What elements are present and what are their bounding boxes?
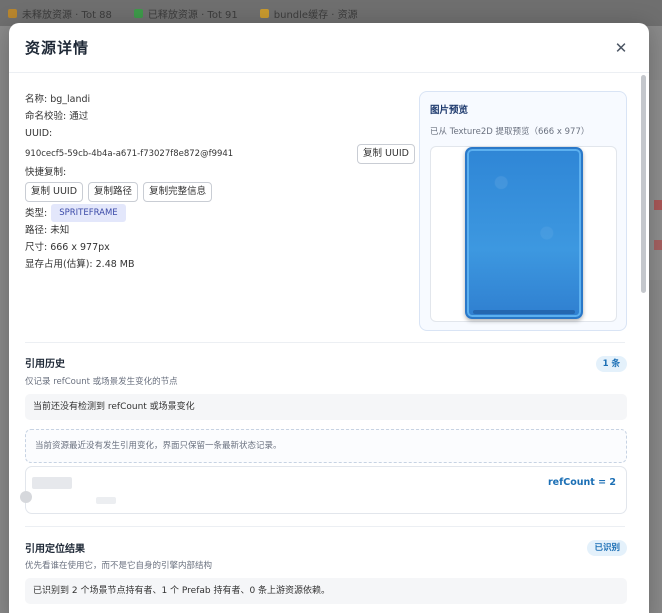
resource-detail-modal: 资源详情 ✕ 名称: bg_landi 命名校验: 通过 UUID: 910ce… xyxy=(9,23,649,613)
folder-icon xyxy=(8,8,17,18)
ref-history-record: refCount = 2 xyxy=(20,466,627,514)
folder-icon xyxy=(259,8,269,18)
ref-locate-note: 已识别到 2 个场景节点持有者、1 个 Prefab 持有者、0 条上游资源依赖… xyxy=(25,578,627,604)
modal-header: 资源详情 ✕ xyxy=(9,23,649,73)
record-placeholder xyxy=(20,491,32,503)
resource-path: 路径: 未知 xyxy=(25,225,70,236)
background-marker xyxy=(654,240,662,250)
resource-size: 尺寸: 666 x 977px xyxy=(25,242,110,253)
type-row: 类型: SPRITEFRAME xyxy=(25,204,415,222)
ref-locate-title: 引用定位结果 xyxy=(25,544,85,555)
preview-title: 图片预览 xyxy=(430,105,469,116)
close-button[interactable]: ✕ xyxy=(611,38,631,58)
background-side-strip xyxy=(650,80,662,280)
modal-body: 名称: bg_landi 命名校验: 通过 UUID: 910cecf5-59c… xyxy=(9,74,649,613)
ref-history-subtitle: 仅记录 refCount 或场景发生变化的节点 xyxy=(25,377,178,387)
ref-history-count-badge: 1 条 xyxy=(595,356,627,372)
folder-icon xyxy=(133,8,143,18)
background-tab-label: bundle缓存 · 资源 xyxy=(273,9,358,21)
type-label: 类型: xyxy=(25,207,48,219)
resource-name: 名称: bg_landi xyxy=(25,94,91,105)
uuid-value: 910cecf5-59cb-4b4a-a671-f73027f8e872@f99… xyxy=(25,148,234,159)
image-preview-card: 图片预览 已从 Texture2D 提取预览（666 x 977） xyxy=(419,91,627,331)
quick-copy-buttons: 复制 UUID 复制路径 复制完整信息 xyxy=(25,182,415,202)
refcount-value: refCount = 2 xyxy=(547,477,616,488)
copy-full-info-button[interactable]: 复制完整信息 xyxy=(143,182,213,202)
background-tab[interactable]: 已释放资源 · Tot 91 xyxy=(133,6,238,21)
ref-history-title: 引用历史 xyxy=(25,359,65,370)
name-check: 命名校验: 通过 xyxy=(25,111,89,122)
background-marker xyxy=(654,200,662,210)
record-placeholder xyxy=(32,477,72,489)
record-placeholder xyxy=(96,497,116,504)
ref-history-dashed-note: 当前资源最近没有发生引用变化，界面只保留一条最新状态记录。 xyxy=(25,429,627,463)
quick-copy-uuid-button[interactable]: 复制 UUID xyxy=(25,182,84,202)
ref-history-note: 当前还没有检测到 refCount 或场景变化 xyxy=(25,394,627,420)
copy-uuid-button[interactable]: 复制 UUID xyxy=(356,144,415,164)
background-tab[interactable]: 未释放资源 · Tot 88 xyxy=(8,6,112,21)
scrollbar[interactable] xyxy=(641,75,646,293)
background-tab-label: 未释放资源 · Tot 88 xyxy=(22,9,112,21)
divider xyxy=(25,526,625,527)
memory-usage: 显存占用(估算): 2.48 MB xyxy=(25,259,135,270)
preview-image xyxy=(465,147,583,319)
close-icon: ✕ xyxy=(614,38,628,57)
uuid-row: 910cecf5-59cb-4b4a-a671-f73027f8e872@f99… xyxy=(25,144,415,164)
preview-frame xyxy=(430,146,617,322)
background-tab[interactable]: bundle缓存 · 资源 xyxy=(259,6,358,21)
background-tab-label: 已释放资源 · Tot 91 xyxy=(147,9,238,21)
type-badge: SPRITEFRAME xyxy=(51,204,126,222)
modal-title: 资源详情 xyxy=(25,39,90,57)
divider xyxy=(25,342,625,343)
uuid-label: UUID: xyxy=(25,128,53,139)
ref-locate-status-badge: 已识别 xyxy=(587,540,627,556)
copy-path-button[interactable]: 复制路径 xyxy=(88,182,139,202)
ref-locate-subtitle: 优先看谁在使用它，而不是它自身的引擎内部结构 xyxy=(25,561,213,571)
quick-copy-label: 快捷复制: xyxy=(25,167,67,178)
resource-info: 名称: bg_landi 命名校验: 通过 UUID: 910cecf5-59c… xyxy=(25,91,415,273)
preview-subtitle: 已从 Texture2D 提取预览（666 x 977） xyxy=(430,127,590,137)
